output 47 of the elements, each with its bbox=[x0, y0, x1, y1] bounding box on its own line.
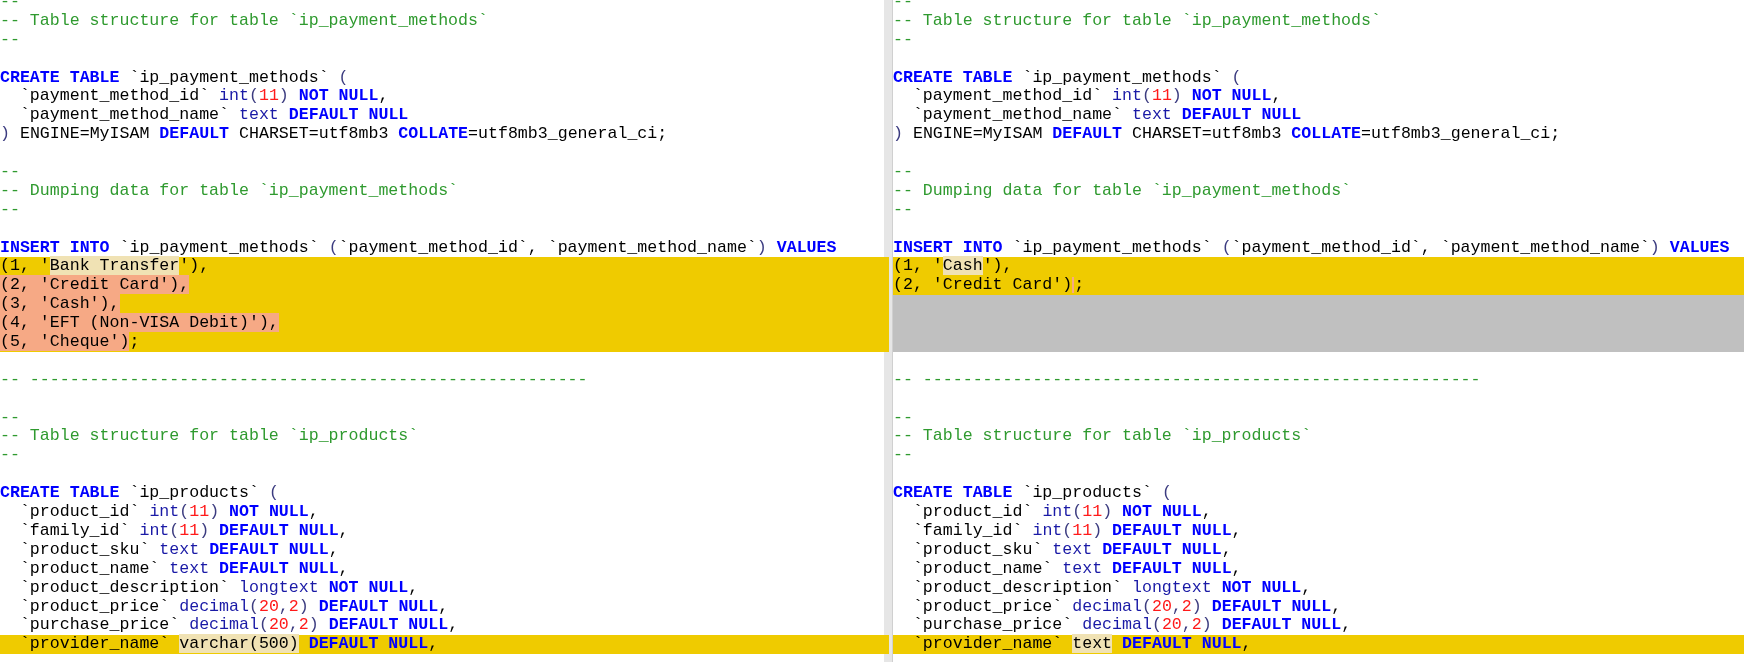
code-line: `product_sku` text DEFAULT NULL, bbox=[18, 540, 340, 560]
code-line: -- bbox=[0, 200, 21, 220]
code-line: -- bbox=[893, 163, 914, 182]
code-line: -- -------------------------------------------------------- bbox=[0, 370, 589, 390]
code-line: `product_sku` text DEFAULT NULL, bbox=[911, 540, 1233, 560]
code-line: `payment_method_id` int(11) NOT NULL, bbox=[18, 87, 390, 107]
code-line: `product_name` text DEFAULT NULL, bbox=[911, 559, 1243, 579]
code-line: -- bbox=[0, 408, 21, 428]
code-line: -- Table structure for table `ip_products` bbox=[0, 427, 420, 447]
code-line: `product_id` int(11) NOT NULL, bbox=[18, 503, 320, 522]
code-line: `purchase_price` decimal(20,2) DEFAULT NULL, bbox=[911, 616, 1353, 636]
code-line: `product_price` decimal(20,2) DEFAULT NULL, bbox=[911, 597, 1343, 617]
code-line: -- bbox=[893, 0, 914, 12]
code-line: ) ENGINE=MyISAM DEFAULT CHARSET=utf8mb3 COLLATE=utf8mb3_general_ci; bbox=[0, 125, 669, 145]
code-line: `payment_method_name` text DEFAULT NULL bbox=[18, 106, 410, 126]
code-line: -- bbox=[0, 163, 21, 182]
code-line: -- bbox=[893, 446, 914, 466]
code-line: -- bbox=[893, 30, 914, 50]
code-line: `family_id` int(11) DEFAULT NULL, bbox=[911, 521, 1243, 541]
code-line: `purchase_price` decimal(20,2) DEFAULT NULL, bbox=[18, 616, 460, 636]
code-line: CREATE TABLE `ip_payment_methods` ( bbox=[893, 68, 1243, 88]
code-line: CREATE TABLE `ip_products` ( bbox=[0, 484, 280, 504]
code-line: `product_description` longtext NOT NULL, bbox=[911, 578, 1313, 598]
code-line: -- bbox=[0, 30, 21, 50]
code-line: -- -------------------------------------------------------- bbox=[893, 370, 1482, 390]
code-line: `product_description` longtext NOT NULL, bbox=[18, 578, 420, 598]
code-line: CREATE TABLE `ip_products` ( bbox=[893, 484, 1173, 504]
code-line: -- bbox=[0, 0, 21, 12]
code-line: -- Table structure for table `ip_products` bbox=[893, 427, 1313, 447]
code-line: INSERT INTO `ip_payment_methods` (`payment_method_id`, `payment_method_name`) VALUES bbox=[0, 238, 838, 258]
code-line: `family_id` int(11) DEFAULT NULL, bbox=[18, 521, 350, 541]
code-line: ) ENGINE=MyISAM DEFAULT CHARSET=utf8mb3 COLLATE=utf8mb3_general_ci; bbox=[893, 125, 1562, 145]
code-line: -- Table structure for table `ip_payment_methods` bbox=[893, 11, 1382, 31]
code-line: `product_name` text DEFAULT NULL, bbox=[18, 559, 350, 579]
change-marker bbox=[884, 635, 889, 655]
code-line: INSERT INTO `ip_payment_methods` (`payment_method_id`, `payment_method_name`) VALUES bbox=[893, 238, 1731, 258]
code-line: CREATE TABLE `ip_payment_methods` ( bbox=[0, 68, 350, 88]
code-line: `payment_method_id` int(11) NOT NULL, bbox=[911, 87, 1283, 107]
code-line: `product_price` decimal(20,2) DEFAULT NULL, bbox=[18, 597, 450, 617]
code-line: -- bbox=[893, 408, 914, 428]
code-line: -- Dumping data for table `ip_payment_methods` bbox=[0, 181, 460, 201]
code-line: -- bbox=[893, 200, 914, 220]
code-line: -- bbox=[0, 446, 21, 466]
code-line: -- Table structure for table `ip_payment_methods` bbox=[0, 11, 489, 31]
code-line: `payment_method_name` text DEFAULT NULL bbox=[911, 106, 1303, 126]
code-line: `product_id` int(11) NOT NULL, bbox=[911, 503, 1213, 522]
code-line: -- Dumping data for table `ip_payment_methods` bbox=[893, 181, 1353, 201]
